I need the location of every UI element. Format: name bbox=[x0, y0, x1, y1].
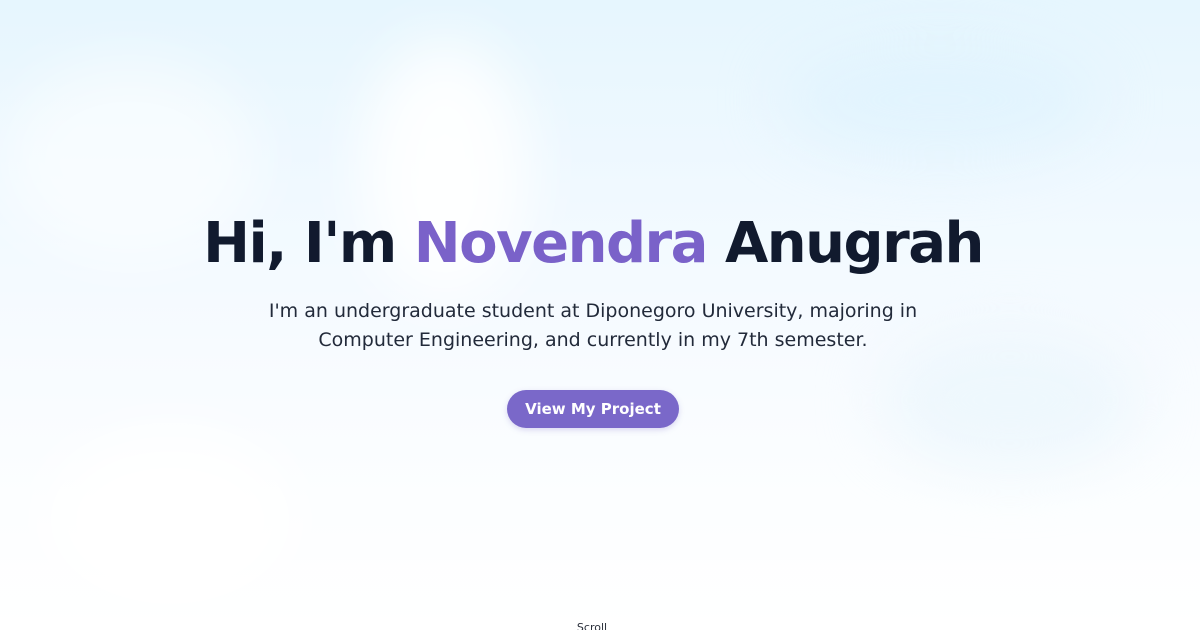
hero-title: Hi, I'm Novendra Anugrah bbox=[0, 205, 1186, 283]
hero-greeting: Hi, I'm bbox=[203, 211, 397, 276]
hero-section: Hi, I'm Novendra Anugrah I'm an undergra… bbox=[0, 0, 1200, 630]
hero-last-name: Anugrah bbox=[724, 211, 984, 276]
view-project-button[interactable]: View My Project bbox=[507, 390, 679, 428]
scroll-indicator[interactable]: Scroll bbox=[542, 621, 642, 630]
hero-first-name: Novendra bbox=[413, 211, 709, 276]
hero-subtitle: I'm an undergraduate student at Diponego… bbox=[268, 300, 918, 351]
